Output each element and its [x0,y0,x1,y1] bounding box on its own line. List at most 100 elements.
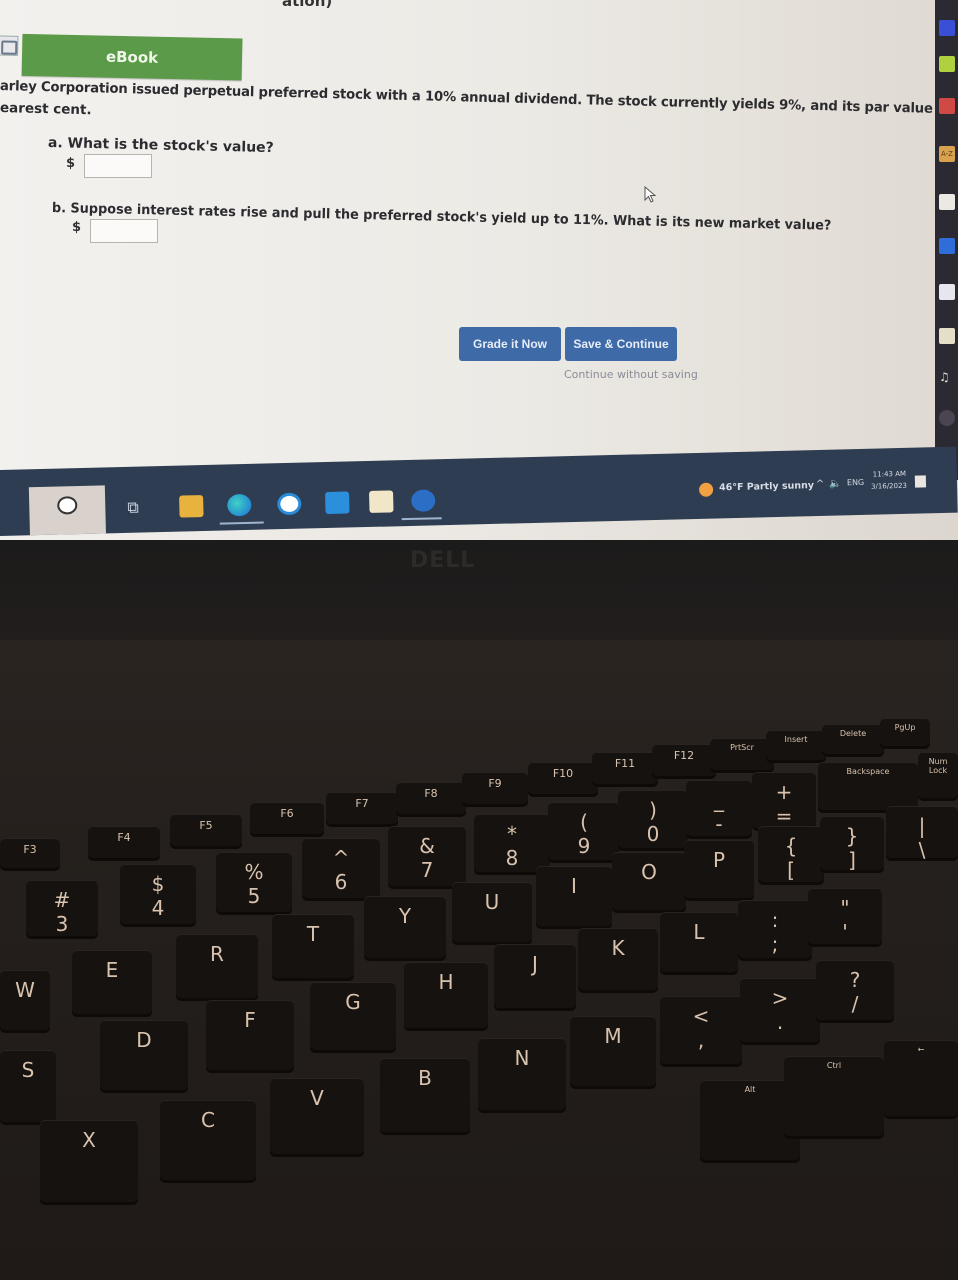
key-label: F4 [117,831,131,844]
key-pgup[interactable]: PgUp [880,718,930,746]
key-k7[interactable]: & 7 [388,826,466,886]
key-prtscr[interactable]: PrtScr [710,738,774,770]
key-f9[interactable]: F9 [462,772,528,804]
key-semicolon[interactable]: : ; [738,900,812,958]
file-explorer-icon[interactable] [179,495,204,518]
clock-date[interactable]: 3/16/2023 [871,482,907,491]
key-minus[interactable]: _ - [686,780,752,836]
pen-icon[interactable] [939,56,955,72]
edge-icon[interactable] [227,493,252,517]
key-f5[interactable]: F5 [170,814,242,846]
key-s[interactable]: S [0,1050,56,1122]
key-k4[interactable]: $ 4 [120,864,196,924]
task-view-icon[interactable]: ⧉ [127,496,152,519]
key-k0[interactable]: ) 0 [618,790,688,848]
key-n[interactable]: N [478,1038,566,1110]
key-c[interactable]: C [160,1100,256,1180]
app-icon[interactable] [410,489,436,512]
key-delete[interactable]: Delete [822,724,884,754]
key-m[interactable]: M [570,1016,656,1086]
key-equals[interactable]: + = [752,772,816,828]
key-backslash[interactable]: | \ [886,806,958,862]
key-f10[interactable]: F10 [528,762,598,794]
key-h[interactable]: H [404,962,488,1028]
key-e[interactable]: E [72,950,152,1014]
key-k[interactable]: K [578,928,658,990]
key-f4[interactable]: F4 [88,826,160,858]
key-k3[interactable]: # 3 [26,880,98,936]
help-icon[interactable] [939,410,955,426]
answer-b-input[interactable] [90,219,158,243]
key-w[interactable]: W [0,970,50,1030]
volume-icon[interactable]: 🔈 [829,478,842,489]
key-slash[interactable]: ? / [816,960,894,1020]
notification-icon[interactable] [914,475,927,488]
key-g[interactable]: G [310,982,396,1050]
key-v[interactable]: V [270,1078,364,1154]
weather-icon[interactable] [698,482,714,497]
key-k8[interactable]: * 8 [474,814,550,872]
continue-without-saving-link[interactable]: Continue without saving [564,368,698,381]
key-f3[interactable]: F3 [0,838,60,868]
key-y[interactable]: Y [364,896,446,958]
key-label: I [571,874,577,898]
key-f[interactable]: F [206,1000,294,1070]
key-f11[interactable]: F11 [592,752,658,784]
key-f7[interactable]: F7 [326,792,398,824]
app-active-indicator [401,517,442,521]
key-backspace[interactable]: Backspace [818,762,918,810]
store-icon[interactable] [369,490,394,513]
grade-it-now-button[interactable]: Grade it Now [459,327,561,361]
chevron-up-icon[interactable]: ^ [816,479,825,490]
profile-icon[interactable] [939,20,955,36]
key-f6[interactable]: F6 [250,802,324,834]
key-rbracket[interactable]: } ] [820,816,884,872]
a-z-icon[interactable]: A-Z [939,146,955,162]
key-label: H [438,970,454,994]
key-lbracket[interactable]: { [ [758,826,824,882]
rss-icon[interactable] [939,98,955,114]
key-f8[interactable]: F8 [396,782,466,814]
key-comma[interactable]: < , [660,996,742,1064]
key-numlock[interactable]: Num Lock [918,752,958,798]
key-t[interactable]: T [272,914,354,978]
key-u[interactable]: U [452,882,532,942]
key-p[interactable]: P [684,840,754,898]
key-l[interactable]: L [660,912,738,972]
key-label: U [484,890,500,914]
app-icon[interactable] [939,194,955,210]
clock-time[interactable]: 11:43 AM [873,470,906,479]
key-label: PrtScr [730,743,754,752]
key-insert[interactable]: Insert [766,730,826,760]
key-quote[interactable]: " ' [808,888,882,944]
onenote-icon[interactable] [939,284,955,300]
key-left[interactable]: ← [884,1040,958,1116]
note-icon[interactable] [939,328,955,344]
key-f12[interactable]: F12 [652,744,716,776]
key-ctrl[interactable]: Ctrl [784,1056,884,1136]
key-period[interactable]: > . [740,978,820,1042]
key-k5[interactable]: % 5 [216,852,292,912]
key-label: F3 [23,843,37,856]
weather-text[interactable]: 46°F Partly sunny [719,480,814,493]
tools-icon[interactable] [277,492,302,516]
language-indicator[interactable]: ENG [847,478,864,487]
key-b[interactable]: B [380,1058,470,1132]
ebook-button[interactable]: eBook [21,33,243,81]
key-label: F5 [199,819,213,832]
key-label: F8 [424,787,438,800]
book-icon[interactable] [0,35,19,56]
answer-a-input[interactable] [84,154,152,178]
key-d[interactable]: D [100,1020,188,1090]
key-r[interactable]: R [176,934,258,998]
key-i[interactable]: I [536,866,612,926]
key-j[interactable]: J [494,944,576,1008]
key-k9[interactable]: ( 9 [548,802,620,860]
key-o[interactable]: O [612,852,686,910]
music-icon[interactable]: ♫ [939,370,955,386]
key-k6[interactable]: ^ 6 [302,838,380,898]
key-x[interactable]: X [40,1120,138,1202]
mail-icon[interactable] [325,491,350,515]
save-continue-button[interactable]: Save & Continue [565,327,677,361]
bookmark-icon[interactable] [939,238,955,254]
